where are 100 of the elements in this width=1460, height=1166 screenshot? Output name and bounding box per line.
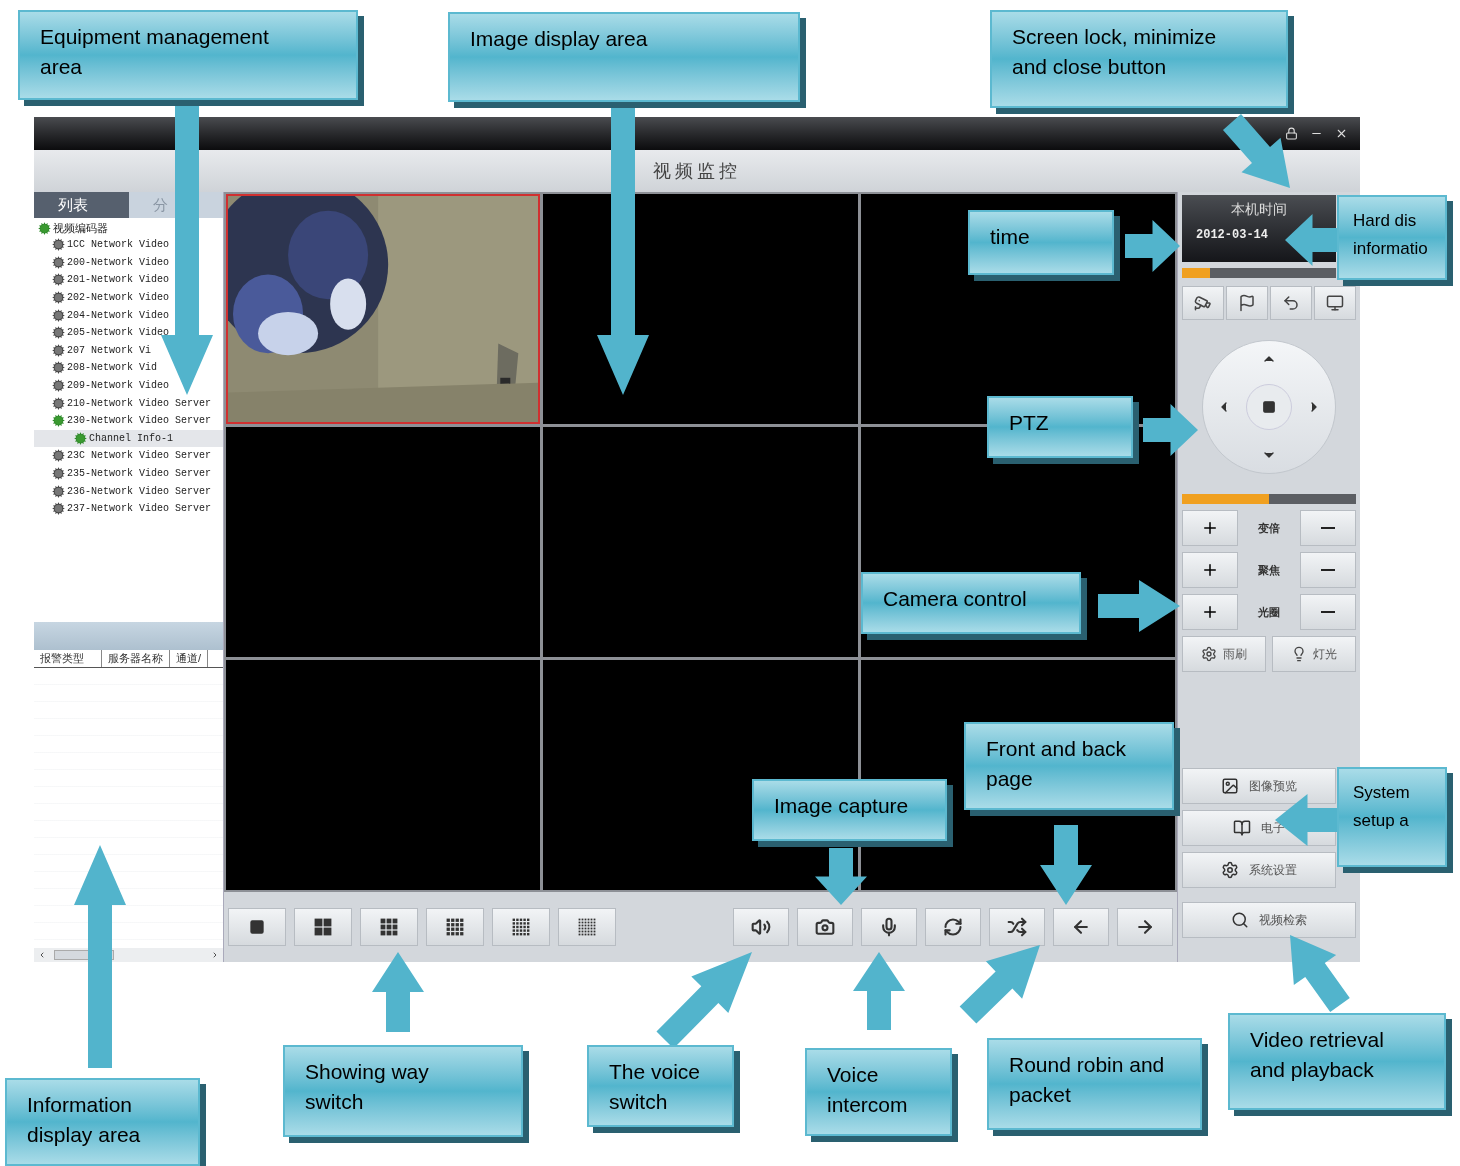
- callout-text: and playback: [1250, 1057, 1374, 1083]
- gear-icon: [52, 238, 65, 252]
- column-header[interactable]: 服务器名称: [102, 650, 170, 667]
- monitor-icon: [1326, 294, 1344, 312]
- callout-text: Information: [27, 1092, 133, 1118]
- date-text: 2012-03-14: [1195, 227, 1268, 244]
- plus-button[interactable]: [1182, 594, 1238, 630]
- tree-item[interactable]: 237-Network Video Server: [34, 499, 223, 518]
- callout-text: PTZ: [1009, 410, 1049, 436]
- gear-icon: [52, 273, 65, 287]
- tree-item[interactable]: 235-Network Video Server: [34, 464, 223, 483]
- toolbar-button[interactable]: [925, 908, 981, 946]
- layout-button[interactable]: [492, 908, 550, 946]
- callout-text: setup a: [1353, 810, 1409, 832]
- callout-text: Image capture: [774, 793, 909, 819]
- function-button[interactable]: 系统设置: [1182, 852, 1336, 888]
- ptz-tool-button[interactable]: [1314, 286, 1356, 320]
- toolbar-button[interactable]: [989, 908, 1045, 946]
- cctv-icon: [1194, 294, 1212, 312]
- tree-root[interactable]: 视频编码器: [34, 220, 223, 236]
- tree-item[interactable]: 236-Network Video Server: [34, 482, 223, 500]
- gear-icon: [52, 326, 65, 340]
- video-cell[interactable]: [543, 427, 858, 657]
- video-cell[interactable]: [226, 427, 541, 657]
- window-title: 视频监控: [653, 159, 741, 183]
- tree-item[interactable]: 1CC Network Video: [34, 236, 223, 254]
- tab[interactable]: 列表: [34, 192, 129, 218]
- callout-text: and close button: [1012, 54, 1167, 80]
- gear-icon: [52, 379, 65, 393]
- book-icon: [1233, 819, 1251, 837]
- tree-item[interactable]: 200-Network Video: [34, 253, 223, 272]
- ptz-tool-button[interactable]: [1270, 286, 1312, 320]
- toolbar-button[interactable]: [797, 908, 853, 946]
- gear-icon: [52, 343, 65, 357]
- callout-text: Front and back: [986, 736, 1127, 762]
- lock-icon[interactable]: [1285, 127, 1298, 140]
- callout-text: Video retrieval: [1250, 1027, 1384, 1053]
- shuffle-icon: [1007, 917, 1027, 937]
- tree-item[interactable]: 205-Network Video: [34, 323, 223, 342]
- grid-icon: [380, 918, 398, 936]
- flag-icon: [1238, 294, 1256, 312]
- grid-icon: [512, 918, 530, 936]
- scroll-right-icon[interactable]: [211, 951, 219, 959]
- tree-item[interactable]: 201-Network Video: [34, 271, 223, 289]
- tree-item[interactable]: 210-Network Video Server: [34, 394, 223, 412]
- gear-icon: [52, 449, 65, 463]
- callout-text: switch: [305, 1089, 364, 1115]
- tree-item[interactable]: 230-Network Video Server: [34, 411, 223, 430]
- tree-item[interactable]: 209-Network Video: [34, 376, 223, 395]
- scroll-left-icon[interactable]: [38, 951, 46, 959]
- search-icon: [1231, 911, 1249, 929]
- layout-button[interactable]: [228, 908, 286, 946]
- ptz-tool-button[interactable]: [1182, 286, 1224, 320]
- tree-item[interactable]: 204-Network Video: [34, 306, 223, 324]
- function-button[interactable]: 视频检索: [1182, 902, 1356, 938]
- grid-icon: [578, 918, 596, 936]
- video-cell[interactable]: [543, 194, 858, 424]
- gear-icon: [52, 308, 65, 322]
- video-cell[interactable]: [226, 660, 541, 890]
- callout-text: Camera control: [883, 586, 1027, 612]
- stop-button[interactable]: [1246, 384, 1292, 430]
- layout-button[interactable]: [294, 908, 352, 946]
- callout-text: area: [40, 54, 83, 80]
- toggle-button[interactable]: 雨刷: [1182, 636, 1266, 672]
- column-header[interactable]: 通道/: [170, 650, 209, 667]
- undo-icon: [1282, 294, 1300, 312]
- plus-button[interactable]: [1182, 552, 1238, 588]
- lightbulb-icon: [1291, 646, 1307, 662]
- toolbar-button[interactable]: [733, 908, 789, 946]
- tree-item[interactable]: Channel Info-1: [34, 429, 223, 448]
- gear-icon: [52, 484, 65, 498]
- callout-arrow: [1125, 220, 1180, 272]
- tree-item[interactable]: 23C Network Video Server: [34, 447, 223, 465]
- tree-item[interactable]: 202-Network Video: [34, 288, 223, 307]
- callout-arrow: [1143, 404, 1198, 456]
- ptz-tool-button[interactable]: [1226, 286, 1268, 320]
- toolbar-button[interactable]: [1053, 908, 1109, 946]
- layout-button[interactable]: [360, 908, 418, 946]
- layout-button[interactable]: [426, 908, 484, 946]
- toolbar-button[interactable]: [861, 908, 917, 946]
- tree-item[interactable]: 207 Network Vi: [34, 341, 223, 360]
- callout-text: display area: [27, 1122, 141, 1148]
- plus-icon: [1201, 603, 1219, 621]
- column-header[interactable]: 报警类型: [34, 650, 102, 667]
- toolbar-button[interactable]: [1117, 908, 1173, 946]
- gear-icon: [52, 255, 65, 269]
- callout-text: Round robin and: [1009, 1052, 1165, 1078]
- callout-text: Equipment management: [40, 24, 269, 50]
- toggle-button[interactable]: 灯光: [1272, 636, 1356, 672]
- control-label: 光圈: [1257, 604, 1281, 620]
- tree-item[interactable]: 208-Network Vid: [34, 359, 223, 377]
- speaker-icon: [751, 917, 771, 937]
- single-view-icon: [249, 919, 265, 935]
- close-icon[interactable]: [1335, 127, 1348, 140]
- plus-icon: [1201, 561, 1219, 579]
- plus-icon: [1201, 519, 1219, 537]
- refresh-icon: [943, 917, 963, 937]
- function-button[interactable]: 图像预览: [1182, 768, 1336, 804]
- plus-button[interactable]: [1182, 510, 1238, 546]
- time-title: 本机时间: [1231, 200, 1287, 219]
